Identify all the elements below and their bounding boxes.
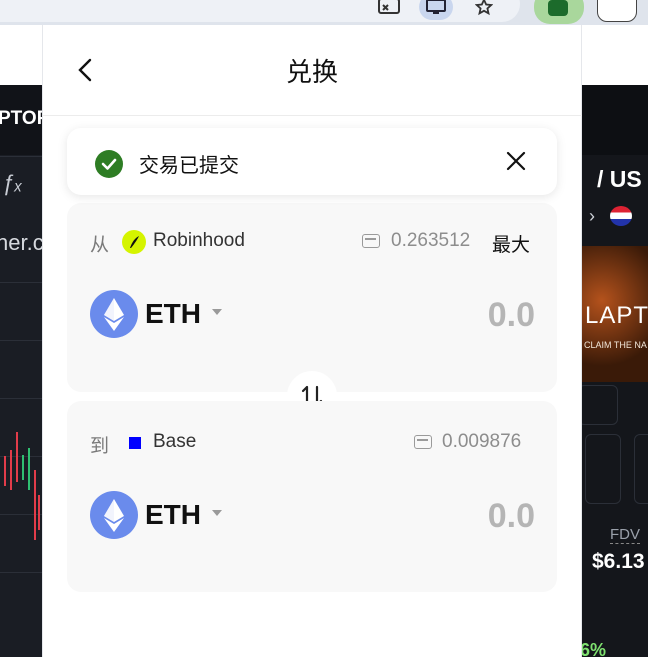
chart-candle — [28, 448, 30, 490]
robinhood-logo-icon — [122, 230, 146, 254]
divider — [0, 340, 42, 341]
divider — [0, 156, 42, 157]
background-tile — [634, 434, 648, 504]
screen-share-icon[interactable] — [419, 0, 453, 20]
from-amount-input[interactable]: 0.0 — [415, 296, 535, 335]
header-divider — [42, 115, 582, 116]
close-toast-button[interactable] — [503, 148, 529, 174]
close-icon — [506, 151, 526, 171]
to-amount-output: 0.0 — [487, 497, 535, 535]
from-balance: 0.263512 — [391, 230, 471, 251]
to-label: 到 — [90, 436, 110, 457]
to-token-name[interactable]: ETH — [145, 499, 201, 531]
chart-candle — [10, 450, 12, 490]
page-title: 兑换 — [285, 57, 338, 87]
from-network-name[interactable]: Robinhood — [153, 230, 245, 252]
background-right-heading: / US — [597, 166, 642, 192]
eth-icon[interactable] — [90, 491, 138, 539]
bookmark-star-icon[interactable] — [470, 0, 498, 20]
browser-toolbar: 62e3d5975c — [0, 0, 648, 25]
from-label: 从 — [90, 235, 110, 256]
to-balance: 0.009876 — [442, 431, 522, 452]
caret-down-icon[interactable] — [212, 510, 222, 516]
wallet-icon — [414, 435, 432, 449]
banner-subtitle: CLAIM THE NA — [584, 340, 647, 350]
flag-icon — [610, 206, 632, 226]
function-icon: ƒₓ — [2, 170, 23, 195]
divider — [0, 456, 42, 457]
cast-icon[interactable] — [375, 0, 403, 20]
check-circle-icon — [95, 150, 123, 178]
fdv-label: FDV — [610, 526, 640, 544]
edit-icon[interactable] — [597, 0, 637, 22]
to-network-name[interactable]: Base — [153, 431, 196, 453]
chart-candle — [22, 455, 24, 480]
wallet-icon — [362, 234, 380, 248]
background-left-text: ner.c — [0, 230, 44, 255]
toast-message: 交易已提交 — [139, 155, 239, 177]
background-right-header — [582, 85, 648, 155]
divider — [0, 282, 42, 283]
chart-candle — [4, 456, 6, 486]
chart-candle — [34, 470, 36, 540]
from-token-name[interactable]: ETH — [145, 298, 201, 330]
extension-icon — [548, 0, 568, 16]
eth-icon[interactable] — [90, 290, 138, 338]
divider — [0, 572, 42, 573]
banner-title: LAPT — [585, 302, 648, 329]
fdv-value: $6.13 — [592, 550, 645, 573]
caret-down-icon[interactable] — [212, 309, 222, 315]
divider — [0, 398, 42, 399]
base-logo-icon — [129, 437, 141, 449]
chevron-right-icon: › — [589, 206, 595, 226]
background-tile — [585, 434, 621, 504]
price-change: 6% — [580, 640, 607, 657]
chart-candle — [38, 495, 40, 530]
background-tile — [578, 385, 618, 425]
chart-candle — [16, 432, 18, 482]
max-button[interactable]: 最大 — [492, 230, 530, 257]
